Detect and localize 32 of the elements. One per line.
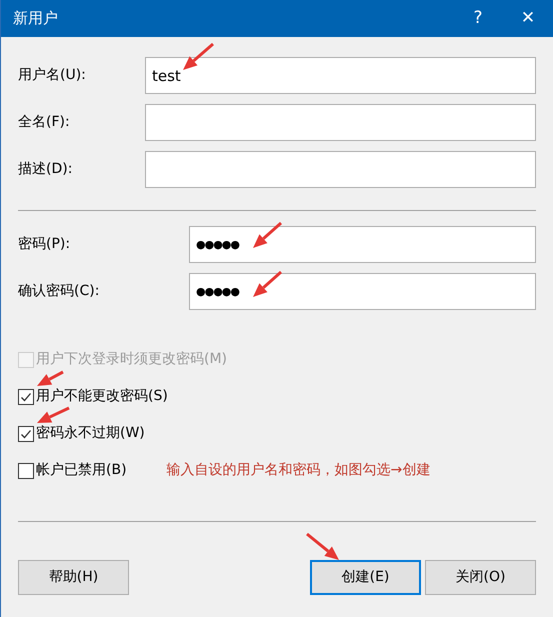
field-label: 全名(F): (18, 113, 71, 132)
input-field[interactable]: ●●●●● (189, 273, 536, 310)
checkbox[interactable] (18, 462, 34, 478)
checkbox[interactable] (18, 388, 34, 404)
field-label: 确认密码(C): (18, 282, 100, 301)
checkbox-label: 用户不能更改密码(S) (36, 387, 168, 406)
annotation-arrow (253, 222, 282, 248)
window-title: 新用户 (13, 8, 59, 30)
annotation-arrow (183, 42, 214, 70)
checkbox[interactable] (18, 426, 34, 442)
field-label: 密码(P): (18, 235, 72, 254)
input-field[interactable] (145, 151, 536, 188)
check-icon (20, 428, 32, 440)
field-label: 用户名(U): (18, 66, 87, 85)
input-field[interactable]: test (145, 57, 536, 94)
button[interactable]: 帮助(H) (18, 560, 129, 595)
field-label: 描述(D): (18, 160, 74, 179)
checkbox-label: 帐户已禁用(B) (36, 461, 127, 480)
input-field[interactable] (145, 104, 536, 141)
checkbox-label: 用户下次登录时须更改密码(M) (36, 350, 228, 369)
annotation-arrow (37, 406, 70, 423)
annotation-arrow (37, 370, 64, 386)
button[interactable]: 创建(E) (310, 560, 421, 595)
button[interactable]: 关闭(O) (425, 560, 536, 595)
help-button[interactable]: ? (453, 0, 503, 37)
check-icon (20, 390, 32, 402)
close-button[interactable]: ✕ (503, 0, 553, 37)
annotation-text: 输入自设的用户名和密码，如图勾选→创建 (166, 461, 430, 480)
annotation-arrow (306, 532, 339, 560)
annotation-arrow (253, 270, 282, 297)
checkbox-label: 密码永不过期(W) (36, 424, 145, 443)
input-field[interactable]: ●●●●● (189, 226, 536, 263)
